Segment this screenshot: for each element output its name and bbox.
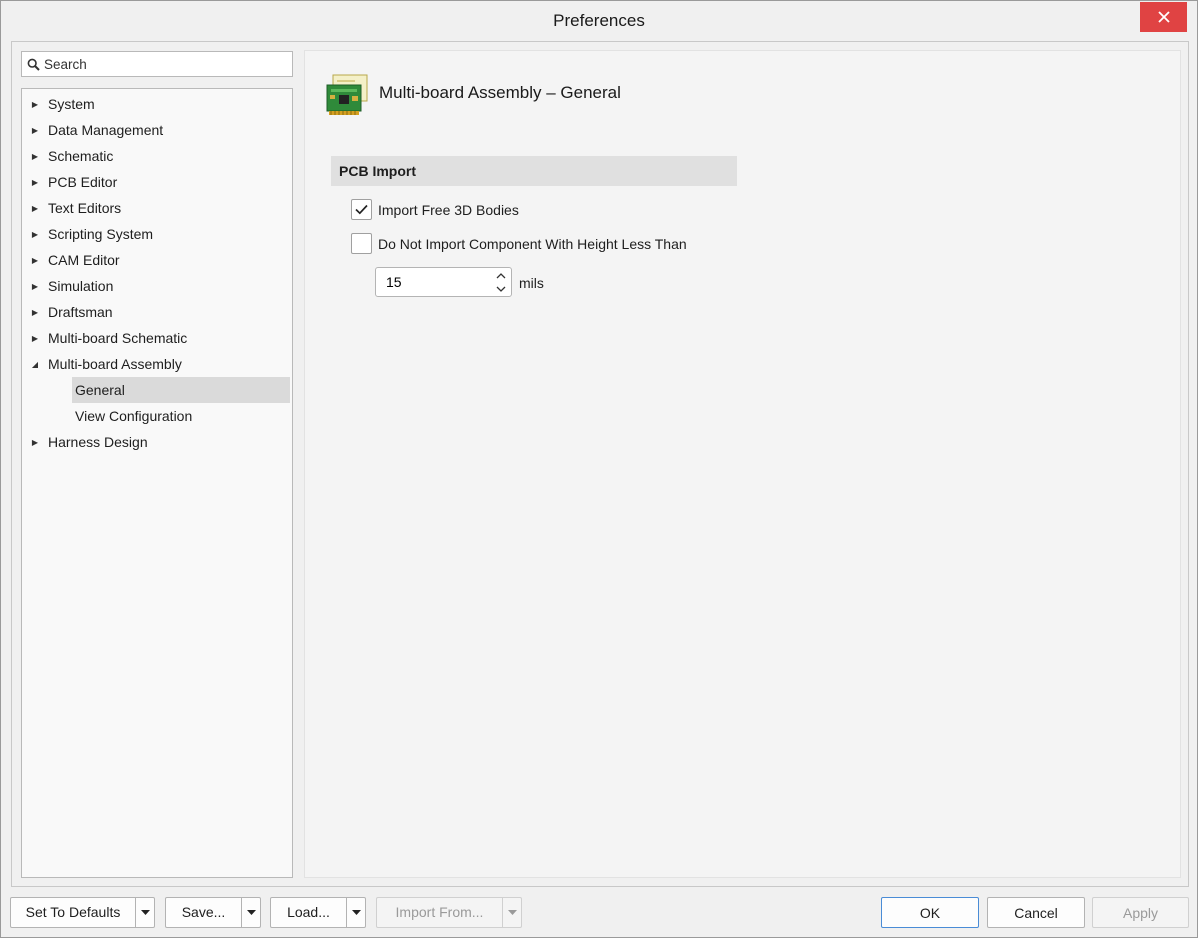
collapse-arrow-icon[interactable]: ◢ xyxy=(22,360,48,369)
expand-arrow-icon[interactable]: ▶ xyxy=(22,152,48,161)
height-filter-option[interactable]: Do Not Import Component With Height Less… xyxy=(351,233,687,254)
page-title: Multi-board Assembly – General xyxy=(379,83,621,102)
expand-arrow-icon[interactable]: ▶ xyxy=(22,308,48,317)
tree-item-scripting-system[interactable]: ▶ Scripting System xyxy=(22,221,292,247)
apply-button[interactable]: Apply xyxy=(1092,897,1189,928)
expand-arrow-icon[interactable]: ▶ xyxy=(22,126,48,135)
checkmark-icon xyxy=(355,204,368,215)
search-box xyxy=(21,51,293,77)
spin-up-icon[interactable] xyxy=(494,268,508,282)
import-from-button[interactable]: Import From... xyxy=(376,897,522,928)
search-input[interactable] xyxy=(44,53,284,75)
tree-item-system[interactable]: ▶ System xyxy=(22,91,292,117)
preferences-tree: ▶ System ▶ Data Management ▶ Schematic ▶… xyxy=(21,88,293,878)
tree-item-harness-design[interactable]: ▶ Harness Design xyxy=(22,429,292,455)
expand-arrow-icon[interactable]: ▶ xyxy=(22,204,48,213)
cancel-button[interactable]: Cancel xyxy=(987,897,1085,928)
window-title: Preferences xyxy=(553,11,645,30)
section-header-pcb-import: PCB Import xyxy=(331,156,737,186)
dialog-client-area: ▶ System ▶ Data Management ▶ Schematic ▶… xyxy=(11,41,1189,887)
import-from-label[interactable]: Import From... xyxy=(377,898,503,927)
set-to-defaults-button[interactable]: Set To Defaults xyxy=(10,897,155,928)
ok-button[interactable]: OK xyxy=(881,897,979,928)
save-button[interactable]: Save... xyxy=(165,897,261,928)
tree-item-pcb-editor[interactable]: ▶ PCB Editor xyxy=(22,169,292,195)
dropdown-arrow-icon[interactable] xyxy=(503,898,521,927)
expand-arrow-icon[interactable]: ▶ xyxy=(22,282,48,291)
tree-item-general[interactable]: General xyxy=(72,377,290,403)
tree-item-schematic[interactable]: ▶ Schematic xyxy=(22,143,292,169)
spin-arrows xyxy=(494,268,508,296)
import-free-3d-bodies-option[interactable]: Import Free 3D Bodies xyxy=(351,199,519,220)
load-label[interactable]: Load... xyxy=(271,898,347,927)
tree-item-cam-editor[interactable]: ▶ CAM Editor xyxy=(22,247,292,273)
height-filter-checkbox[interactable] xyxy=(351,233,372,254)
expand-arrow-icon[interactable]: ▶ xyxy=(22,100,48,109)
search-icon xyxy=(22,52,44,76)
close-icon xyxy=(1157,11,1170,23)
expand-arrow-icon[interactable]: ▶ xyxy=(22,438,48,447)
height-input[interactable] xyxy=(376,274,486,290)
dropdown-arrow-icon[interactable] xyxy=(242,898,260,927)
set-to-defaults-label[interactable]: Set To Defaults xyxy=(11,898,136,927)
pcb-board-icon xyxy=(326,74,368,115)
expand-arrow-icon[interactable]: ▶ xyxy=(22,334,48,343)
import-free-3d-bodies-label: Import Free 3D Bodies xyxy=(378,201,519,218)
spin-down-icon[interactable] xyxy=(494,282,508,296)
height-spinbox[interactable] xyxy=(375,267,512,297)
tree-item-multi-board-assembly[interactable]: ◢ Multi-board Assembly xyxy=(22,351,292,377)
height-unit-label: mils xyxy=(519,275,544,291)
expand-arrow-icon[interactable]: ▶ xyxy=(22,256,48,265)
tree-item-data-management[interactable]: ▶ Data Management xyxy=(22,117,292,143)
preferences-dialog: Preferences ▶ System ▶ Data Ma xyxy=(0,0,1198,938)
tree-item-view-configuration[interactable]: View Configuration xyxy=(72,403,290,429)
tree-item-simulation[interactable]: ▶ Simulation xyxy=(22,273,292,299)
load-button[interactable]: Load... xyxy=(270,897,366,928)
dropdown-arrow-icon[interactable] xyxy=(136,898,154,927)
save-label[interactable]: Save... xyxy=(166,898,242,927)
expand-arrow-icon[interactable]: ▶ xyxy=(22,230,48,239)
height-filter-label: Do Not Import Component With Height Less… xyxy=(378,235,687,252)
dropdown-arrow-icon[interactable] xyxy=(347,898,365,927)
tree-item-draftsman[interactable]: ▶ Draftsman xyxy=(22,299,292,325)
tree-item-text-editors[interactable]: ▶ Text Editors xyxy=(22,195,292,221)
title-bar: Preferences xyxy=(1,1,1197,41)
close-button[interactable] xyxy=(1140,2,1187,32)
settings-panel: Multi-board Assembly – General PCB Impor… xyxy=(304,50,1181,878)
tree-item-multi-board-schematic[interactable]: ▶ Multi-board Schematic xyxy=(22,325,292,351)
expand-arrow-icon[interactable]: ▶ xyxy=(22,178,48,187)
import-free-3d-bodies-checkbox[interactable] xyxy=(351,199,372,220)
